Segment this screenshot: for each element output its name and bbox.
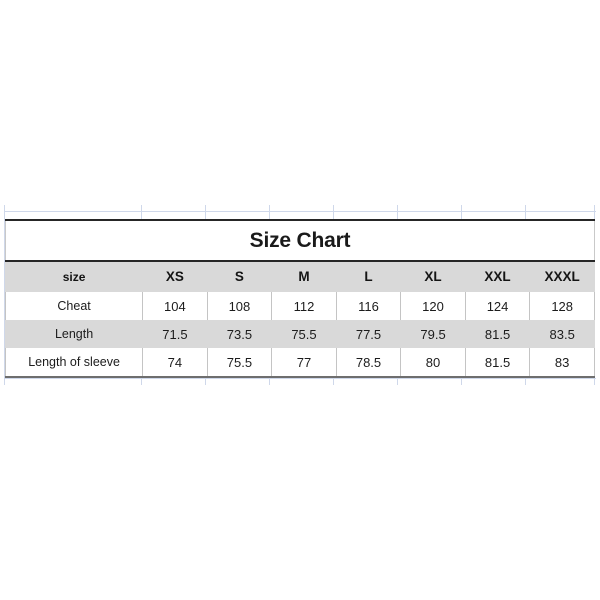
gridline-horizontal bbox=[4, 378, 596, 379]
cell-cheat-xl: 120 bbox=[400, 291, 466, 320]
column-header-m: M bbox=[271, 260, 337, 292]
cell-cheat-xs: 104 bbox=[142, 291, 208, 320]
column-header-xxxl: XXXL bbox=[529, 260, 595, 292]
row-label-length: Length bbox=[4, 320, 144, 348]
column-header-s: S bbox=[206, 260, 273, 292]
column-header-xxl: XXL bbox=[464, 260, 531, 292]
table-row: Length of sleeve 74 75.5 77 78.5 80 81.5… bbox=[4, 348, 595, 378]
cell-length-s: 73.5 bbox=[206, 320, 273, 348]
cell-length-xl: 79.5 bbox=[400, 320, 466, 348]
size-chart-container: Size Chart size XS S M L XL XXL XXXL Che… bbox=[4, 219, 595, 378]
chart-title-row: Size Chart bbox=[5, 219, 595, 262]
cell-sleeve-xxxl: 83 bbox=[529, 348, 595, 378]
cell-sleeve-xs: 74 bbox=[142, 348, 208, 378]
table-header-row: size XS S M L XL XXL XXXL bbox=[4, 260, 595, 292]
cell-cheat-xxl: 124 bbox=[464, 291, 531, 320]
cell-cheat-l: 116 bbox=[335, 291, 402, 320]
cell-length-l: 77.5 bbox=[335, 320, 402, 348]
cell-cheat-xxxl: 128 bbox=[529, 291, 595, 320]
cell-length-m: 75.5 bbox=[271, 320, 337, 348]
column-header-l: L bbox=[335, 260, 402, 292]
column-header-xs: XS bbox=[142, 260, 208, 292]
cell-length-xxxl: 83.5 bbox=[529, 320, 595, 348]
cell-sleeve-xxl: 81.5 bbox=[464, 348, 531, 378]
table-row: Length 71.5 73.5 75.5 77.5 79.5 81.5 83.… bbox=[4, 320, 595, 348]
cell-cheat-s: 108 bbox=[206, 291, 273, 320]
size-chart-table: Size Chart size XS S M L XL XXL XXXL Che… bbox=[4, 219, 595, 378]
row-label-cheat: Cheat bbox=[4, 291, 144, 320]
cell-cheat-m: 112 bbox=[271, 291, 337, 320]
cell-sleeve-s: 75.5 bbox=[206, 348, 273, 378]
cell-sleeve-l: 78.5 bbox=[335, 348, 402, 378]
column-header-size: size bbox=[4, 260, 144, 292]
chart-title: Size Chart bbox=[5, 219, 595, 262]
cell-length-xxl: 81.5 bbox=[464, 320, 531, 348]
column-header-xl: XL bbox=[400, 260, 466, 292]
cell-sleeve-m: 77 bbox=[271, 348, 337, 378]
cell-length-xs: 71.5 bbox=[142, 320, 208, 348]
table-row: Cheat 104 108 112 116 120 124 128 bbox=[4, 291, 595, 320]
row-label-length-of-sleeve: Length of sleeve bbox=[4, 348, 144, 378]
gridline-horizontal bbox=[4, 211, 596, 212]
cell-sleeve-xl: 80 bbox=[400, 348, 466, 378]
